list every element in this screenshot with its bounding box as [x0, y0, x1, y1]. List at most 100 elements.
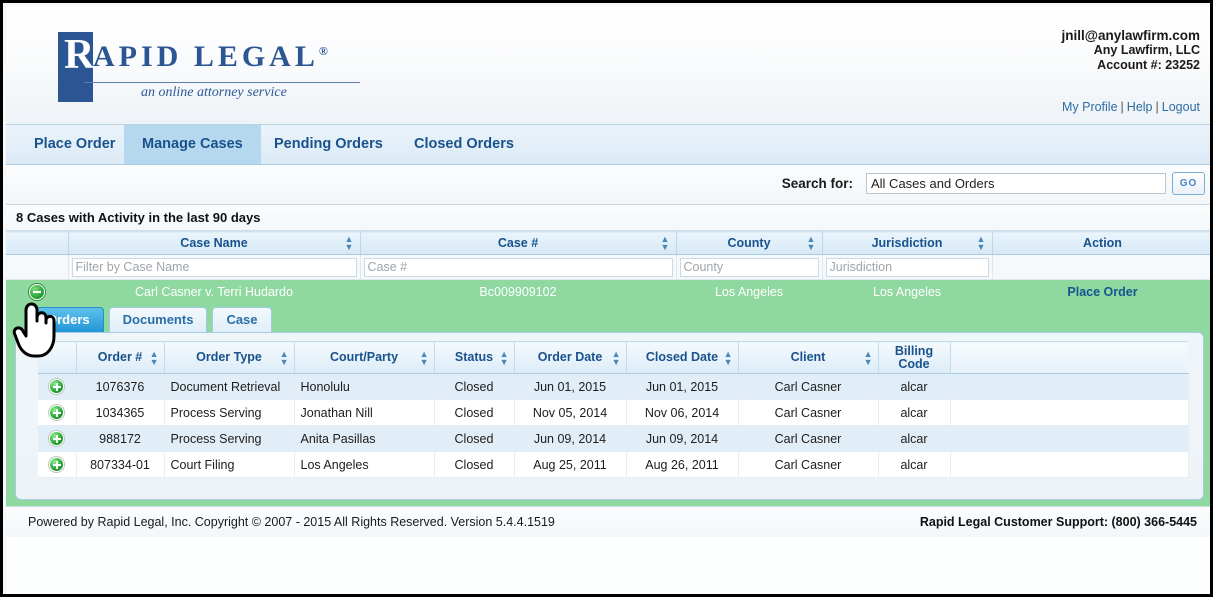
- order-number-cell: 807334-01: [76, 451, 165, 478]
- orders-col-order-number-label: Order #: [97, 350, 143, 364]
- cases-col-expand: [6, 231, 69, 255]
- cases-col-county[interactable]: County ▲ ▼: [676, 231, 823, 255]
- nav-tab-manage-cases[interactable]: Manage Cases: [124, 125, 261, 164]
- sort-icon[interactable]: ▲ ▼: [661, 235, 670, 252]
- filter-case-name-input[interactable]: [71, 257, 357, 277]
- orders-col-status[interactable]: Status ▲ ▼: [434, 341, 515, 374]
- cases-col-case-name[interactable]: Case Name ▲ ▼: [68, 231, 361, 255]
- sort-icon[interactable]: ▲ ▼: [420, 350, 429, 367]
- order-expand-cell[interactable]: [38, 399, 77, 426]
- sort-icon[interactable]: ▲ ▼: [612, 350, 621, 367]
- order-billing-code-cell: alcar: [878, 451, 951, 478]
- account-number: Account #: 23252: [1097, 58, 1200, 72]
- registered-mark-icon: ®: [318, 44, 328, 58]
- orders-table: Order # ▲ ▼ Order Type ▲ ▼ Court/Party ▲ ▼ Sta…: [38, 341, 1189, 478]
- search-input[interactable]: [866, 173, 1166, 194]
- sort-icon[interactable]: ▲ ▼: [977, 235, 986, 252]
- orders-col-order-type-label: Order Type: [196, 350, 262, 364]
- cases-col-jurisdiction[interactable]: Jurisdiction ▲ ▼: [822, 231, 993, 255]
- page-footer: Powered by Rapid Legal, Inc. Copyright ©…: [6, 506, 1210, 537]
- plus-circle-icon[interactable]: [49, 457, 65, 473]
- sort-icon[interactable]: ▲ ▼: [864, 350, 873, 367]
- search-go-button[interactable]: GO: [1172, 172, 1205, 195]
- order-status-cell: Closed: [434, 451, 515, 478]
- plus-circle-icon[interactable]: [49, 405, 65, 421]
- place-order-link[interactable]: Place Order: [1067, 285, 1137, 299]
- orders-col-status-label: Status: [454, 350, 494, 364]
- logo-tagline: an online attorney service: [141, 85, 287, 100]
- order-type-cell: Court Filing: [164, 451, 295, 478]
- logout-link[interactable]: Logout: [1162, 100, 1200, 114]
- nav-tab-place-order[interactable]: Place Order: [16, 125, 133, 164]
- order-closed-date-cell: Aug 26, 2011: [626, 451, 739, 478]
- order-billing-code-cell: alcar: [878, 373, 951, 400]
- detail-tab-documents[interactable]: Documents: [108, 307, 208, 332]
- detail-tab-case[interactable]: Case: [212, 307, 272, 332]
- logo-wordmark: APID LEGAL®: [93, 40, 328, 74]
- sort-icon[interactable]: ▲ ▼: [500, 350, 509, 367]
- orders-body: 1076376 Document Retrieval Honolulu Clos…: [38, 373, 1189, 478]
- filter-case-number-input[interactable]: [363, 257, 673, 277]
- filter-jurisdiction-input[interactable]: [825, 257, 989, 277]
- order-court-party-cell: Jonathan Nill: [294, 399, 435, 426]
- orders-row[interactable]: 807334-01 Court Filing Los Angeles Close…: [38, 451, 1189, 478]
- orders-col-court-party[interactable]: Court/Party ▲ ▼: [294, 341, 435, 374]
- sort-icon[interactable]: ▲ ▼: [345, 235, 354, 252]
- orders-col-order-number[interactable]: Order # ▲ ▼: [76, 341, 165, 374]
- orders-row[interactable]: 988172 Process Serving Anita Pasillas Cl…: [38, 425, 1189, 452]
- order-status-cell: Closed: [434, 399, 515, 426]
- order-closed-date-cell: Jun 01, 2015: [626, 373, 739, 400]
- case-row-selected[interactable]: Carl Casner v. Terri Hudardo Bc009909102…: [6, 279, 1210, 304]
- cases-count-title: 8 Cases with Activity in the last 90 day…: [6, 205, 1210, 231]
- help-link[interactable]: Help: [1127, 100, 1153, 114]
- case-detail-panel: Orders Documents Case Order # ▲ ▼ Order …: [6, 303, 1210, 506]
- order-type-cell: Document Retrieval: [164, 373, 295, 400]
- order-filler-cell: [950, 425, 1189, 452]
- search-label: Search for:: [781, 176, 853, 191]
- my-profile-link[interactable]: My Profile: [1062, 100, 1118, 114]
- cases-col-action: Action: [992, 231, 1210, 255]
- case-jurisdiction-cell: Los Angeles: [872, 284, 942, 299]
- plus-circle-icon[interactable]: [49, 431, 65, 447]
- logo-divider: [84, 82, 360, 83]
- filter-cell-jurisdiction: [822, 254, 993, 280]
- orders-row[interactable]: 1076376 Document Retrieval Honolulu Clos…: [38, 373, 1189, 400]
- case-expand-cell[interactable]: [6, 280, 68, 304]
- orders-col-expand: [38, 341, 77, 374]
- orders-row[interactable]: 1034365 Process Serving Jonathan Nill Cl…: [38, 399, 1189, 426]
- plus-circle-icon[interactable]: [49, 379, 65, 395]
- minus-circle-icon[interactable]: [29, 283, 45, 300]
- orders-col-order-date[interactable]: Order Date ▲ ▼: [514, 341, 627, 374]
- browser-frame: R APID LEGAL® an online attorney service…: [0, 0, 1213, 597]
- order-expand-cell[interactable]: [38, 373, 77, 400]
- case-county-cell: Los Angeles: [714, 284, 784, 299]
- sort-icon[interactable]: ▲ ▼: [150, 350, 159, 367]
- filter-cell-empty: [6, 254, 69, 280]
- sort-icon[interactable]: ▲ ▼: [724, 350, 733, 367]
- detail-tab-orders[interactable]: Orders: [33, 307, 104, 332]
- cases-col-case-number[interactable]: Case # ▲ ▼: [360, 231, 677, 255]
- cases-col-action-label: Action: [1083, 236, 1122, 250]
- orders-col-client[interactable]: Client ▲ ▼: [738, 341, 879, 374]
- nav-tab-pending-orders[interactable]: Pending Orders: [256, 125, 401, 164]
- orders-header-row: Order # ▲ ▼ Order Type ▲ ▼ Court/Party ▲ ▼ Sta…: [38, 341, 1188, 374]
- order-expand-cell[interactable]: [38, 451, 77, 478]
- order-date-cell: Aug 25, 2011: [514, 451, 627, 478]
- order-date-cell: Jun 09, 2014: [514, 425, 627, 452]
- sort-icon[interactable]: ▲ ▼: [280, 350, 289, 367]
- order-expand-cell[interactable]: [38, 425, 77, 452]
- orders-col-filler: [950, 341, 1188, 374]
- orders-col-order-type[interactable]: Order Type ▲ ▼: [164, 341, 295, 374]
- order-status-cell: Closed: [434, 373, 515, 400]
- footer-support: Rapid Legal Customer Support: (800) 366-…: [919, 515, 1197, 529]
- sort-icon[interactable]: ▲ ▼: [807, 235, 816, 252]
- nav-tab-closed-orders[interactable]: Closed Orders: [396, 125, 532, 164]
- order-date-cell: Nov 05, 2014: [514, 399, 627, 426]
- account-email: jnill@anylawfirm.com: [1061, 28, 1200, 43]
- rapid-legal-logo[interactable]: R APID LEGAL® an online attorney service: [58, 32, 378, 102]
- case-name-cell: Carl Casner v. Terri Hudardo: [135, 284, 293, 299]
- orders-col-closed-date[interactable]: Closed Date ▲ ▼: [626, 341, 739, 374]
- link-separator-2: |: [1155, 100, 1159, 114]
- cases-col-jurisdiction-label: Jurisdiction: [871, 236, 943, 250]
- filter-county-input[interactable]: [679, 257, 819, 277]
